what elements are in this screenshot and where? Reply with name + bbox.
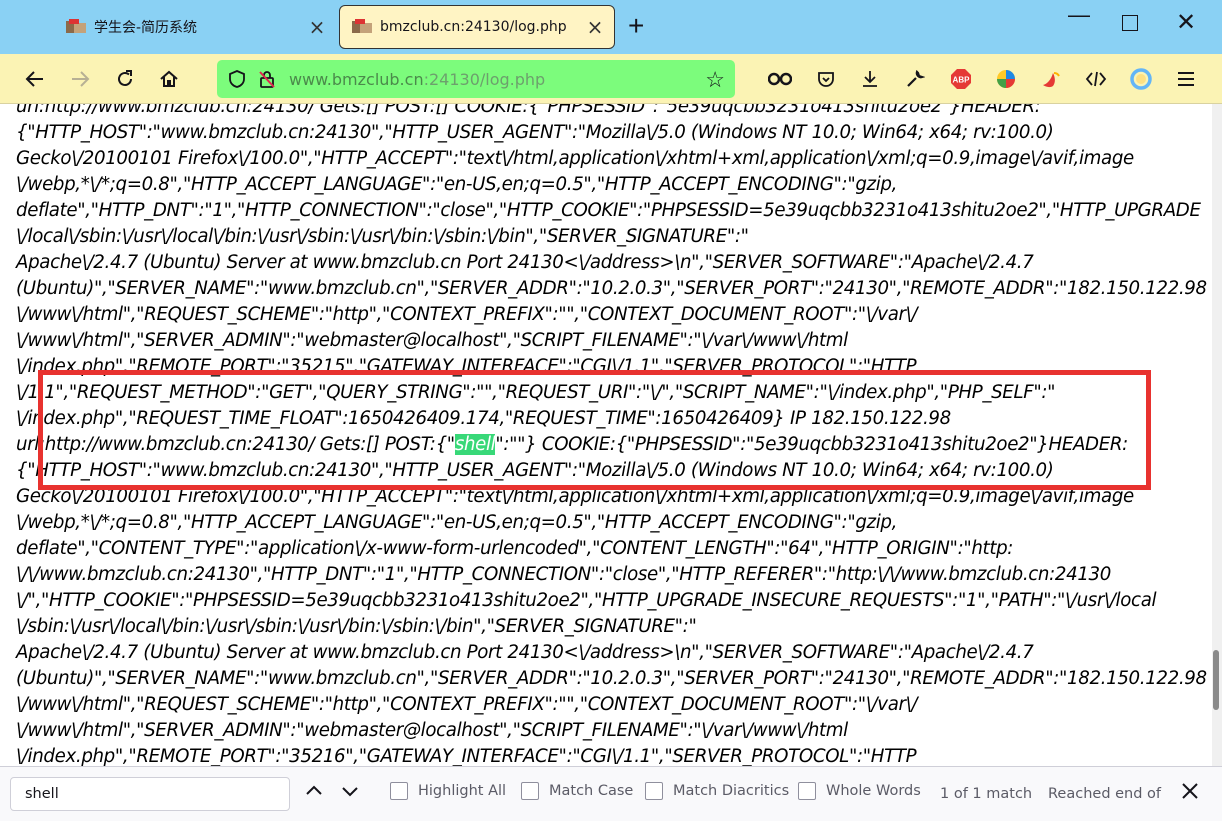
log-line: deflate","HTTP_DNT":"1","HTTP_CONNECTION…	[16, 200, 1201, 221]
extension-colorful-icon[interactable]	[991, 64, 1021, 94]
highlight-all-checkbox[interactable]: Highlight All	[390, 782, 506, 800]
chevron-down-icon	[342, 787, 358, 797]
wrench-icon[interactable]	[900, 64, 930, 94]
tab-label: 学生会-简历系统	[94, 20, 198, 36]
forward-button[interactable]	[65, 64, 95, 94]
checkbox-label: Match Case	[549, 783, 634, 799]
checkbox-box[interactable]	[390, 782, 408, 800]
close-window-button[interactable]: ✕	[1176, 8, 1196, 37]
new-tab-button[interactable]: +	[628, 12, 644, 40]
match-diacritics-checkbox[interactable]: Match Diacritics	[645, 782, 789, 800]
maximize-button[interactable]	[1122, 15, 1138, 31]
site-favicon-icon	[352, 19, 372, 35]
log-line: \/www\/html","REQUEST_SCHEME":"http","CO…	[16, 694, 918, 715]
svg-text:ABP: ABP	[953, 76, 971, 85]
forward-arrow-icon	[72, 71, 90, 87]
bookmark-star-icon[interactable]: ☆	[705, 67, 725, 93]
download-icon[interactable]	[855, 64, 885, 94]
log-line: Gecko\/20100101 Firefox\/100.0","HTTP_AC…	[16, 148, 1134, 169]
site-favicon-icon	[66, 19, 86, 35]
log-line: \/1.1","REQUEST_METHOD":"GET","QUERY_STR…	[16, 382, 1056, 403]
log-line: (Ubuntu)","SERVER_NAME":"www.bmzclub.cn"…	[16, 278, 1207, 299]
find-next-button[interactable]	[340, 781, 360, 806]
log-line: Gecko\/20100101 Firefox\/100.0","HTTP_AC…	[16, 486, 1134, 507]
checkbox-box[interactable]	[798, 782, 816, 800]
checkbox-box[interactable]	[521, 782, 539, 800]
match-case-checkbox[interactable]: Match Case	[521, 782, 633, 800]
log-line: \/\/www.bmzclub.cn:24130","HTTP_DNT":"1"…	[16, 564, 1111, 585]
reload-icon	[118, 70, 132, 86]
extension-red-icon[interactable]	[1036, 64, 1066, 94]
shield-icon[interactable]	[225, 67, 249, 91]
tab-label: bmzclub.cn:24130/log.php	[380, 19, 567, 35]
log-line: {"HTTP_HOST":"www.bmzclub.cn:24130","HTT…	[16, 122, 1054, 143]
log-line: url:http://www.bmzclub.cn:24130/ Gets:[]…	[16, 434, 1128, 455]
log-line: {"HTTP_HOST":"www.bmzclub.cn:24130","HTT…	[16, 460, 1054, 481]
tab-bar: 学生会-简历系统 × bmzclub.cn:24130/log.php × + …	[0, 0, 1222, 54]
tab-log-php[interactable]: bmzclub.cn:24130/log.php ×	[339, 5, 615, 49]
checkbox-box[interactable]	[645, 782, 663, 800]
url-text[interactable]: www.bmzclub.cn:24130/log.php	[289, 70, 545, 89]
insecure-lock-icon[interactable]	[255, 67, 279, 91]
back-arrow-icon	[25, 71, 43, 87]
log-line: \/","HTTP_COOKIE":"PHPSESSID=5e39uqcbb32…	[16, 590, 1157, 611]
checkbox-label: Whole Words	[826, 783, 921, 799]
account-circle-icon[interactable]	[1126, 64, 1156, 94]
tab-close-icon[interactable]: ×	[584, 15, 606, 39]
match-count: 1 of 1 match	[940, 786, 1033, 802]
address-bar[interactable]: www.bmzclub.cn:24130/log.php ☆	[217, 60, 735, 98]
log-line: \/www\/html","REQUEST_SCHEME":"http","CO…	[16, 304, 918, 325]
log-text: url:http://www.bmzclub.cn:24130/ Gets:[]…	[16, 104, 1212, 766]
log-line: url:http://www.bmzclub.cn:24130/ Gets:[]…	[16, 104, 1041, 117]
log-line: \/sbin:\/usr\/local\/bin:\/usr\/sbin:\/u…	[16, 616, 697, 637]
home-icon	[160, 70, 178, 87]
private-mask-icon[interactable]	[765, 64, 795, 94]
log-line: \/index.php","REQUEST_TIME_FLOAT":165042…	[16, 408, 951, 429]
find-close-button[interactable]	[1180, 779, 1200, 807]
find-previous-button[interactable]	[304, 781, 324, 806]
reload-button[interactable]	[110, 64, 140, 94]
find-status: Reached end of p	[1048, 786, 1166, 802]
log-line: \/webp,*\/*;q=0.8","HTTP_ACCEPT_LANGUAGE…	[16, 174, 898, 195]
log-line: Apache\/2.4.7 (Ubuntu) Server at www.bmz…	[16, 642, 1034, 663]
log-line: (Ubuntu)","SERVER_NAME":"www.bmzclub.cn"…	[16, 668, 1207, 689]
log-line: deflate","CONTENT_TYPE":"application\/x-…	[16, 538, 1014, 559]
find-bar: shell Highlight All Match Case Match Dia…	[0, 766, 1222, 821]
navigation-toolbar: www.bmzclub.cn:24130/log.php ☆ ABP	[0, 54, 1222, 104]
tab-resume-system[interactable]: 学生会-简历系统 ×	[54, 5, 336, 49]
checkbox-label: Highlight All	[418, 783, 507, 799]
whole-words-checkbox[interactable]: Whole Words	[798, 782, 921, 800]
scrollbar-thumb[interactable]	[1213, 650, 1219, 710]
find-match-highlight: shell	[454, 434, 496, 455]
checkbox-label: Match Diacritics	[673, 783, 790, 799]
log-line: \/www\/html","SERVER_ADMIN":"webmaster@l…	[16, 330, 848, 351]
tab-close-icon[interactable]: ×	[306, 15, 328, 39]
page-content: url:http://www.bmzclub.cn:24130/ Gets:[]…	[0, 104, 1212, 766]
close-icon	[1182, 783, 1198, 799]
back-button[interactable]	[20, 64, 50, 94]
home-button[interactable]	[154, 64, 184, 94]
chevron-up-icon	[306, 785, 322, 795]
log-line: \/index.php","REMOTE_PORT":"35216","GATE…	[16, 746, 917, 766]
minimize-button[interactable]: —	[1068, 2, 1090, 28]
log-line: \/www\/html","SERVER_ADMIN":"webmaster@l…	[16, 720, 848, 741]
adblock-plus-icon[interactable]: ABP	[946, 64, 976, 94]
log-line: \/index.php","REMOTE_PORT":"35215","GATE…	[16, 356, 917, 377]
hamburger-menu-icon[interactable]	[1171, 64, 1201, 94]
log-line: Apache\/2.4.7 (Ubuntu) Server at www.bmz…	[16, 252, 1034, 273]
devtools-icon[interactable]	[1081, 64, 1111, 94]
find-input[interactable]: shell	[10, 777, 290, 811]
log-line: \/local\/sbin:\/usr\/local\/bin:\/usr\/s…	[16, 226, 749, 247]
log-line: \/webp,*\/*;q=0.8","HTTP_ACCEPT_LANGUAGE…	[16, 512, 898, 533]
pocket-icon[interactable]	[811, 64, 841, 94]
